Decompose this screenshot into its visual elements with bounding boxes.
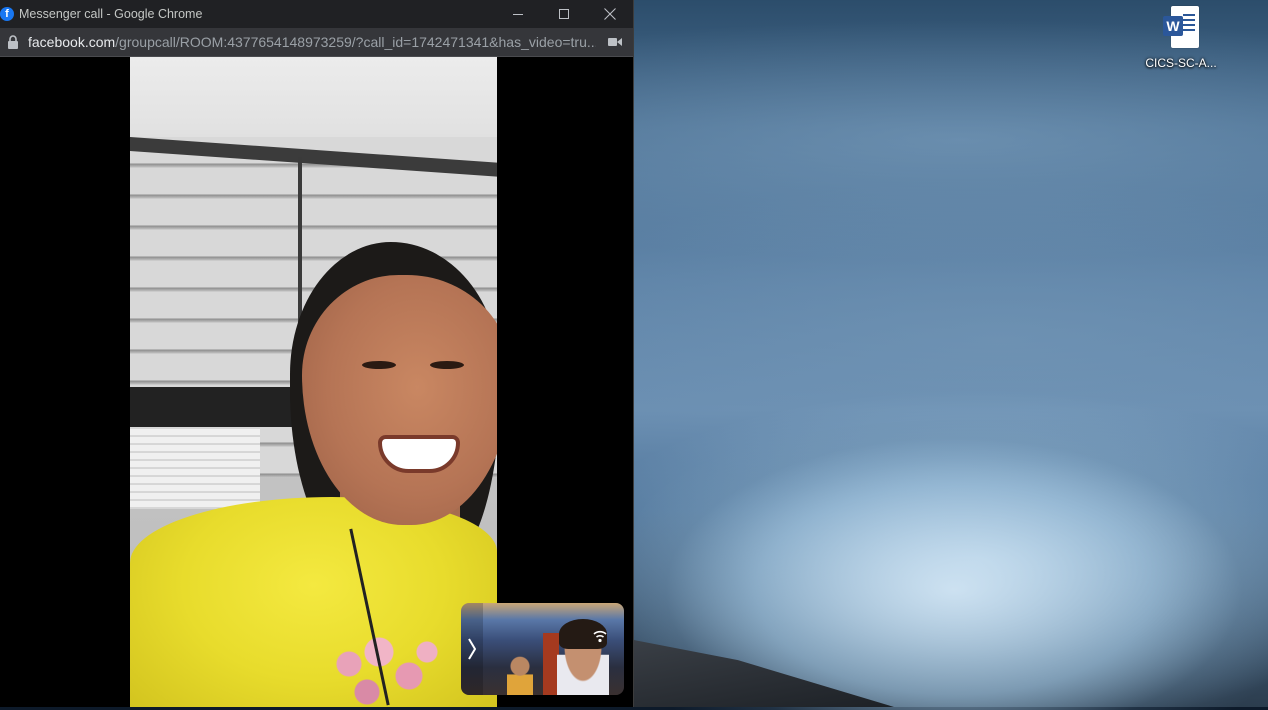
url-domain: facebook.com bbox=[28, 34, 116, 50]
expand-self-view-button[interactable] bbox=[461, 603, 483, 695]
self-view-child bbox=[507, 655, 533, 695]
camera-icon[interactable] bbox=[608, 37, 622, 47]
video-person-eye bbox=[362, 361, 396, 369]
video-person-eye bbox=[430, 361, 464, 369]
close-button[interactable] bbox=[587, 0, 633, 28]
desktop-icon-word-document[interactable]: W CICS-SC-A... bbox=[1145, 4, 1217, 74]
url-text[interactable]: facebook.com/groupcall/ROOM:437765414897… bbox=[28, 34, 596, 50]
desktop-icon-label: CICS-SC-A... bbox=[1145, 56, 1217, 70]
call-area bbox=[0, 57, 633, 707]
chevron-right-icon bbox=[468, 638, 476, 660]
window-controls bbox=[495, 0, 633, 28]
word-badge: W bbox=[1163, 16, 1183, 36]
maximize-icon bbox=[558, 8, 569, 19]
title-bar[interactable]: f Messenger call - Google Chrome bbox=[0, 0, 633, 28]
address-bar[interactable]: facebook.com/groupcall/ROOM:437765414897… bbox=[0, 28, 633, 57]
self-view-feed[interactable] bbox=[461, 603, 624, 695]
minimize-icon bbox=[512, 13, 523, 15]
url-path: /groupcall/ROOM:4377654148973259/?call_i… bbox=[115, 34, 596, 50]
maximize-button[interactable] bbox=[541, 0, 587, 28]
close-icon bbox=[604, 8, 616, 20]
minimize-button[interactable] bbox=[495, 0, 541, 28]
word-document-icon: W bbox=[1163, 6, 1199, 48]
facebook-favicon-icon: f bbox=[0, 7, 14, 21]
video-air-conditioner bbox=[130, 429, 260, 509]
connection-signal-icon bbox=[593, 630, 607, 643]
lock-icon[interactable] bbox=[7, 35, 19, 49]
browser-window: f Messenger call - Google Chrome faceboo… bbox=[0, 0, 634, 707]
window-title: Messenger call - Google Chrome bbox=[19, 7, 203, 21]
video-window-frame bbox=[130, 387, 310, 427]
remote-video-feed[interactable] bbox=[130, 57, 497, 707]
